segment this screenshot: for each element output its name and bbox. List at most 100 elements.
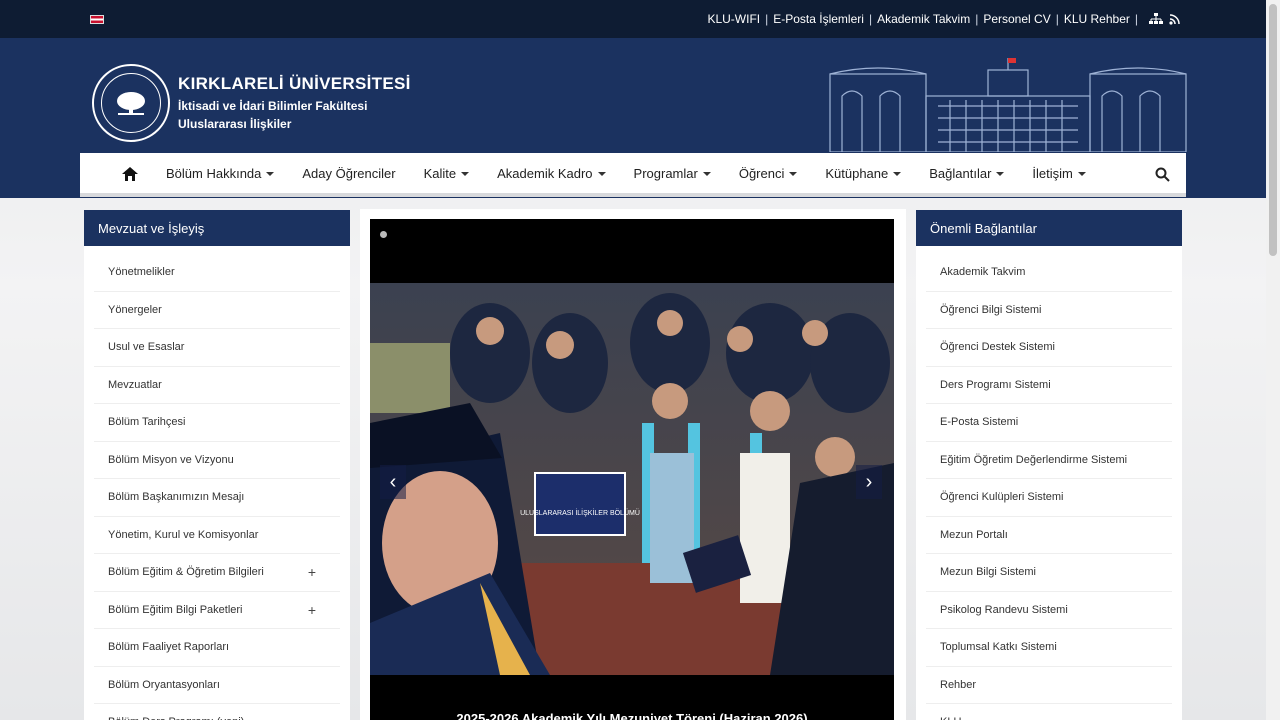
important-link-item[interactable]: Öğrenci Kulüpleri Sistemi <box>926 479 1172 517</box>
important-link-item[interactable]: Ders Programı Sistemi <box>926 367 1172 404</box>
caret-down-icon <box>702 172 711 177</box>
nav-item-label: Öğrenci <box>738 165 785 181</box>
regulations-item[interactable]: Bölüm Eğitim & Öğretim Bilgileri + <box>94 554 340 592</box>
search-icon[interactable] <box>1155 167 1170 182</box>
photo-sign-text: ULUSLARARASI İLİŞKİLER BÖLÜMÜ <box>520 508 640 517</box>
regulations-item[interactable]: Bölüm Başkanımızın Mesajı <box>94 479 340 517</box>
important-link-item[interactable]: E-Posta Sistemi <box>926 404 1172 442</box>
scrollbar-thumb[interactable] <box>1269 4 1277 256</box>
news-slider: ULUSLARARASI İLİŞKİLER BÖLÜMÜ ‹ › 2025-2… <box>370 219 894 720</box>
sitemap-icon[interactable] <box>1149 13 1163 25</box>
important-link-item[interactable]: Öğrenci Destek Sistemi <box>926 329 1172 367</box>
chevron-right-icon: › <box>865 470 873 493</box>
regulations-item[interactable]: Yönetmelikler <box>94 254 340 292</box>
caret-down-icon <box>893 172 902 177</box>
university-logo[interactable] <box>92 64 170 142</box>
nav-item-6[interactable]: Kütüphane <box>825 165 902 181</box>
regulations-panel: Mevzuat ve İşleyiş Yönetmelikler Yönergel… <box>84 210 350 720</box>
regulations-item-label: Bölüm Faaliyet Raporları <box>108 641 230 654</box>
nav-item-7[interactable]: Bağlantılar <box>929 165 1005 181</box>
important-links-list: Akademik Takvim Öğrenci Bilgi Sistemi Öğre… <box>916 246 1182 720</box>
nav-item-label: Kütüphane <box>825 165 889 181</box>
slider-prev-button[interactable]: ‹ <box>380 465 406 499</box>
regulations-item-label: Bölüm Eğitim Bilgi Paketleri <box>108 603 243 616</box>
regulations-item-label: Bölüm Tarihçesi <box>108 416 186 429</box>
tree-emblem-icon <box>117 92 145 115</box>
nav-item-label: Bağlantılar <box>929 165 992 181</box>
regulations-item[interactable]: Bölüm Tarihçesi <box>94 404 340 442</box>
brand-text[interactable]: KIRKLARELİ ÜNİVERSİTESİ İktisadi ve İdar… <box>178 74 411 131</box>
campus-building-illustration <box>829 58 1187 152</box>
nav-item-label: Aday Öğrenciler <box>302 165 396 181</box>
uk-flag-icon[interactable] <box>90 15 104 24</box>
important-link-item-label: Rehber <box>940 678 977 691</box>
regulations-panel-title: Mevzuat ve İşleyiş <box>84 210 350 246</box>
nav-item-3[interactable]: Akademik Kadro <box>497 166 606 181</box>
regulations-item[interactable]: Yönergeler <box>94 292 340 329</box>
regulations-item[interactable]: Bölüm Faaliyet Raporları <box>94 629 340 667</box>
top-links: KLU-WIFI | E-Posta İşlemleri | Akademik … <box>707 12 1180 26</box>
regulations-item[interactable]: Usul ve Esaslar <box>94 329 340 367</box>
nav-item-label: Programlar <box>633 165 698 181</box>
expand-plus-icon[interactable]: + <box>308 602 316 618</box>
important-link-item[interactable]: KLU <box>926 704 1172 720</box>
regulations-item[interactable]: Yönetim, Kurul ve Komisyonlar <box>94 517 340 554</box>
top-link-guide[interactable]: KLU Rehber <box>1064 12 1130 26</box>
nav-item-0[interactable]: Bölüm Hakkında <box>166 165 275 181</box>
top-link-email[interactable]: E-Posta İşlemleri <box>773 12 864 26</box>
regulations-item-label: Bölüm Oryantasyonları <box>108 678 220 691</box>
important-link-item[interactable]: Öğrenci Bilgi Sistemi <box>926 292 1172 329</box>
regulations-item-label: Yönetim, Kurul ve Komisyonlar <box>108 528 259 541</box>
regulations-item[interactable]: Bölüm Ders Programı (yeni) <box>94 704 340 720</box>
department-name: Uluslararası İlişkiler <box>178 117 292 131</box>
expand-plus-icon[interactable]: + <box>308 564 316 580</box>
important-link-item-label: E-Posta Sistemi <box>940 416 1019 429</box>
important-link-item[interactable]: Eğitim Öğretim Değerlendirme Sistemi <box>926 442 1172 479</box>
caret-down-icon <box>1077 172 1086 177</box>
important-link-item[interactable]: Mezun Portalı <box>926 517 1172 554</box>
important-link-item[interactable]: Akademik Takvim <box>926 254 1172 292</box>
important-link-item[interactable]: Rehber <box>926 667 1172 704</box>
nav-items: Bölüm Hakkında Aday Öğrenciler Kalite Akade… <box>166 166 1114 181</box>
slider-indicator[interactable] <box>380 231 387 238</box>
top-link-calendar[interactable]: Akademik Takvim <box>877 12 970 26</box>
important-link-item-label: Mezun Bilgi Sistemi <box>940 566 1036 579</box>
important-link-item-label: Ders Programı Sistemi <box>940 378 1051 391</box>
page-scrollbar[interactable] <box>1266 0 1280 720</box>
important-link-item-label: KLU <box>940 716 961 720</box>
important-link-item[interactable]: Toplumsal Katkı Sistemi <box>926 629 1172 667</box>
slider-next-button[interactable]: › <box>856 465 882 499</box>
important-link-item-label: Öğrenci Kulüpleri Sistemi <box>940 491 1064 504</box>
important-link-item-label: Eğitim Öğretim Değerlendirme Sistemi <box>940 453 1128 466</box>
nav-item-5[interactable]: Öğrenci <box>739 166 798 181</box>
top-link-cv[interactable]: Personel CV <box>983 12 1050 26</box>
main-nav: Bölüm Hakkında Aday Öğrenciler Kalite Akade… <box>80 153 1186 197</box>
news-slider-frame: ULUSLARARASI İLİŞKİLER BÖLÜMÜ ‹ › 2025-2… <box>360 209 906 720</box>
regulations-item[interactable]: Bölüm Misyon ve Vizyonu <box>94 442 340 479</box>
caret-down-icon <box>789 172 798 177</box>
graduation-photo[interactable]: ULUSLARARASI İLİŞKİLER BÖLÜMÜ <box>370 283 894 675</box>
important-link-item[interactable]: Mezun Bilgi Sistemi <box>926 554 1172 592</box>
faculty-name: İktisadi ve İdari Bilimler Fakültesi <box>178 99 368 113</box>
regulations-item-label: Bölüm Misyon ve Vizyonu <box>108 453 234 466</box>
nav-item-4[interactable]: Programlar <box>634 166 711 181</box>
nav-item-2[interactable]: Kalite <box>424 166 470 181</box>
top-bar: KLU-WIFI | E-Posta İşlemleri | Akademik … <box>0 0 1280 38</box>
chevron-left-icon: ‹ <box>389 470 397 493</box>
caret-down-icon <box>266 172 275 177</box>
nav-item-8[interactable]: İletişim <box>1032 166 1086 181</box>
important-link-item-label: Psikolog Randevu Sistemi <box>940 603 1068 616</box>
nav-item-label: Bölüm Hakkında <box>166 165 262 181</box>
regulations-item[interactable]: Bölüm Eğitim Bilgi Paketleri + <box>94 592 340 629</box>
regulations-item[interactable]: Mevzuatlar <box>94 367 340 404</box>
regulations-item-label: Bölüm Başkanımızın Mesajı <box>108 491 245 504</box>
regulations-list: Yönetmelikler Yönergeler Usul ve Esaslar Me… <box>84 246 350 720</box>
home-icon[interactable] <box>122 167 138 181</box>
top-link-wifi[interactable]: KLU-WIFI <box>707 12 760 26</box>
slider-caption[interactable]: 2025-2026 Akademik Yılı Mezuniyet Töreni… <box>370 711 894 720</box>
nav-item-1[interactable]: Aday Öğrenciler <box>302 166 395 181</box>
rss-icon[interactable] <box>1169 13 1180 25</box>
regulations-item[interactable]: Bölüm Oryantasyonları <box>94 667 340 704</box>
important-link-item[interactable]: Psikolog Randevu Sistemi <box>926 592 1172 629</box>
regulations-item-label: Bölüm Eğitim & Öğretim Bilgileri <box>108 566 264 579</box>
